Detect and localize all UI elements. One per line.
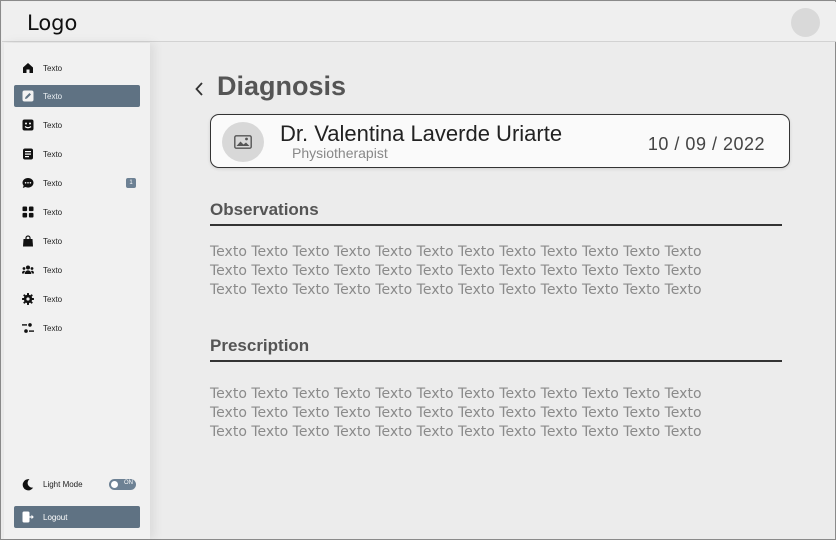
prescription-heading: Prescription xyxy=(210,336,310,355)
sidebar-item-face[interactable]: Texto xyxy=(14,114,140,136)
face-icon xyxy=(22,119,34,131)
users-icon xyxy=(22,264,34,276)
observations-heading: Observations xyxy=(210,200,319,219)
logout-button[interactable]: Logout xyxy=(14,506,140,528)
moon-icon xyxy=(22,478,34,490)
back-button[interactable] xyxy=(193,79,207,99)
sidebar-item-label: Texto xyxy=(43,120,63,130)
sidebar-item-label: Texto xyxy=(43,207,63,217)
doctor-name: Dr. Valentina Laverde Uriarte xyxy=(280,121,563,146)
doctor-avatar xyxy=(222,122,264,162)
sidebar-item-filters[interactable]: Texto xyxy=(14,317,140,339)
text-line: Texto Texto Texto Texto Texto Texto Text… xyxy=(210,405,702,421)
sidebar-item-label: Texto xyxy=(43,63,63,73)
doctor-role: Physiotherapist xyxy=(292,145,388,161)
chevron-left-icon xyxy=(195,82,203,96)
text-line: Texto Texto Texto Texto Texto Texto Text… xyxy=(210,263,702,279)
logout-icon xyxy=(22,511,34,523)
sidebar: Texto Texto Texto Texto Texto 1 Texto Te… xyxy=(4,43,150,539)
home-icon xyxy=(22,62,34,74)
top-bar: Logo xyxy=(2,2,836,42)
chat-icon xyxy=(22,177,34,189)
text-line: Texto Texto Texto Texto Texto Texto Text… xyxy=(210,244,702,260)
sidebar-item-label: Texto xyxy=(43,91,63,101)
logo: Logo xyxy=(27,11,78,35)
sidebar-item-home[interactable]: Texto xyxy=(14,57,140,79)
grid-icon xyxy=(22,206,34,218)
sidebar-item-label: Texto xyxy=(43,236,63,246)
page-title: Diagnosis xyxy=(217,71,347,101)
prescription-divider xyxy=(210,360,782,362)
text-line: Texto Texto Texto Texto Texto Texto Text… xyxy=(210,386,702,402)
toggle-knob xyxy=(111,481,118,488)
app-window: Logo Texto Texto Texto Texto Texto 1 Tex… xyxy=(0,0,836,540)
sidebar-item-label: Texto xyxy=(43,294,63,304)
sidebar-item-chat[interactable]: Texto 1 xyxy=(14,172,140,194)
sidebar-item-label: Texto xyxy=(43,149,63,159)
gear-icon xyxy=(22,293,34,305)
image-placeholder-icon xyxy=(234,135,252,149)
sidebar-item-label: Texto xyxy=(43,178,63,188)
logout-label: Logout xyxy=(43,512,68,522)
sidebar-item-label: Texto xyxy=(43,323,63,333)
text-line: Texto Texto Texto Texto Texto Texto Text… xyxy=(210,424,702,440)
sidebar-item-bag[interactable]: Texto xyxy=(14,230,140,252)
light-mode-row: Light Mode ON xyxy=(14,474,140,494)
doctor-card: Dr. Valentina Laverde Uriarte Physiother… xyxy=(210,114,790,168)
toggle-state-label: ON xyxy=(124,480,133,486)
sidebar-item-document[interactable]: Texto xyxy=(14,143,140,165)
light-mode-toggle[interactable]: ON xyxy=(109,479,136,490)
notification-badge: 1 xyxy=(126,178,136,188)
observations-divider xyxy=(210,224,782,226)
user-avatar[interactable] xyxy=(791,8,820,37)
sidebar-item-edit[interactable]: Texto xyxy=(14,85,140,107)
sliders-icon xyxy=(22,322,34,334)
diagnosis-date: 10 / 09 / 2022 xyxy=(647,134,765,154)
sidebar-item-grid[interactable]: Texto xyxy=(14,201,140,223)
sidebar-item-label: Texto xyxy=(43,265,63,275)
observations-text: Texto Texto Texto Texto Texto Texto Text… xyxy=(210,243,770,300)
text-line: Texto Texto Texto Texto Texto Texto Text… xyxy=(210,282,702,298)
prescription-text: Texto Texto Texto Texto Texto Texto Text… xyxy=(210,385,770,442)
bag-icon xyxy=(22,235,34,247)
light-mode-label: Light Mode xyxy=(43,479,83,489)
document-icon xyxy=(22,148,34,160)
edit-icon xyxy=(22,90,34,102)
sidebar-item-users[interactable]: Texto xyxy=(14,259,140,281)
sidebar-item-settings[interactable]: Texto xyxy=(14,288,140,310)
